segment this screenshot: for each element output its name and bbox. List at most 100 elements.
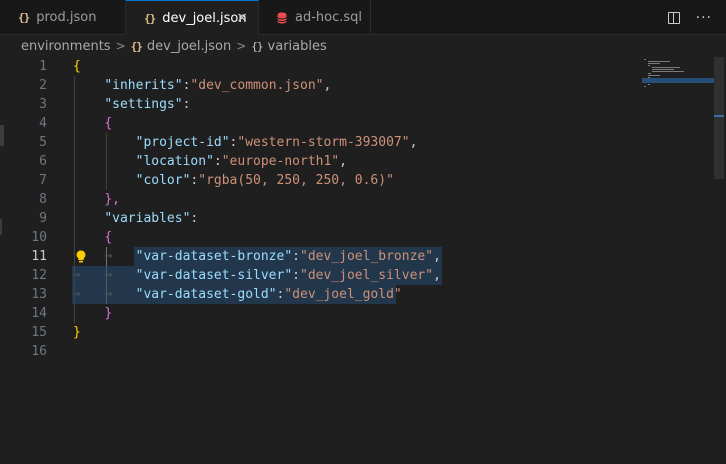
colon: : [182, 97, 191, 112]
comma: , [409, 135, 418, 150]
json-key: "location" [135, 154, 214, 169]
json-string: "europe-north1" [221, 154, 340, 169]
line-number: 5 [39, 135, 47, 150]
json-key: "var-dataset-bronze" [135, 249, 293, 264]
json-string: "dev_joel_gold" [284, 287, 402, 302]
chevron-right-icon: > [236, 39, 247, 53]
line-number: 1 [39, 59, 47, 74]
gutter-marker [0, 125, 4, 146]
code-line: 10 { [0, 228, 640, 247]
line-content: "project-id":"western-storm-393007", [73, 133, 418, 152]
json-string: "western-storm-393007" [237, 135, 410, 150]
line-content: "inherits":"dev_common.json", [73, 76, 331, 95]
code-line: 16 [0, 342, 640, 361]
selection-marker [714, 115, 724, 117]
tab-dev-joel-json[interactable]: {} dev_joel.json × [126, 0, 259, 36]
editor-actions: ··· [667, 0, 726, 35]
line-content: } [73, 323, 81, 342]
code-line: 12 → → "var-dataset-silver":"dev_joel_si… [0, 266, 640, 285]
line-number: 7 [39, 173, 47, 188]
brace: } [73, 325, 81, 340]
code-line: 13 → → "var-dataset-gold":"dev_joel_gold… [0, 285, 640, 304]
database-icon [277, 12, 287, 23]
colon: : [292, 268, 300, 283]
line-number: 9 [39, 211, 47, 226]
line-number: 11 [31, 249, 47, 264]
brace: }, [104, 192, 120, 207]
json-key: "var-dataset-gold" [135, 287, 277, 302]
code-editor[interactable]: 1 { 2 "inherits":"dev_common.json", 3 "s… [0, 57, 726, 464]
close-icon[interactable]: × [236, 10, 248, 26]
json-string: "dev_joel_bronze" [300, 249, 434, 264]
json-string: "rgba(50, 250, 250, 0.6)" [198, 173, 394, 188]
line-content: "var-dataset-bronze":"dev_joel_bronze", [73, 247, 441, 266]
json-key: "settings" [104, 97, 183, 112]
line-content: { [73, 57, 81, 76]
editor-tab-bar: {} prod.json {} dev_joel.json × ad-hoc.s… [0, 0, 726, 36]
comma: , [433, 249, 441, 264]
json-key: "project-id" [135, 135, 230, 150]
json-braces-icon: {} [144, 11, 156, 25]
brace: { [73, 59, 81, 74]
breadcrumb-symbol[interactable]: variables [268, 39, 327, 54]
tab-label: ad-hoc.sql [295, 10, 363, 25]
line-number: 4 [39, 116, 47, 131]
line-content: { [73, 228, 112, 247]
code-line: 1 { [0, 57, 640, 76]
json-braces-icon: {} [130, 39, 143, 53]
json-braces-icon: {} [18, 11, 30, 24]
tab-label: dev_joel.json [162, 10, 247, 26]
line-number: 8 [39, 192, 47, 207]
line-number: 14 [31, 306, 47, 321]
line-content: "color":"rgba(50, 250, 250, 0.6)" [73, 171, 394, 190]
line-number: 12 [31, 268, 47, 283]
code-line: 4 { [0, 114, 640, 133]
comma: , [433, 268, 441, 283]
line-content: "location":"europe-north1", [73, 152, 347, 171]
line-number: 2 [39, 78, 47, 93]
vertical-scrollbar[interactable] [714, 57, 726, 464]
code-line: 15 } [0, 323, 640, 342]
code-line: 7 "color":"rgba(50, 250, 250, 0.6)" [0, 171, 640, 190]
json-string: "dev_common.json" [190, 78, 324, 93]
scrollbar-thumb[interactable] [714, 57, 724, 179]
json-key: "variables" [104, 211, 191, 226]
line-content: }, [73, 190, 120, 209]
comma: , [323, 78, 332, 93]
json-key: "color" [135, 173, 191, 188]
code-line: 8 }, [0, 190, 640, 209]
code-line: 5 "project-id":"western-storm-393007", [0, 133, 640, 152]
code-line-current: 11 → "var-dataset-bronze":"dev_joel_bron… [0, 247, 640, 266]
line-number: 15 [31, 325, 47, 340]
line-content: } [73, 304, 112, 323]
line-content: "var-dataset-silver":"dev_joel_silver", [73, 266, 441, 285]
breadcrumb-file[interactable]: dev_joel.json [147, 39, 231, 54]
split-editor-icon[interactable] [667, 11, 680, 24]
gutter-marker [0, 219, 2, 235]
comma: , [339, 154, 347, 169]
code-line: 9 "variables": [0, 209, 640, 228]
tab-ad-hoc-sql[interactable]: ad-hoc.sql [259, 0, 371, 35]
line-number: 10 [31, 230, 47, 245]
more-actions-icon[interactable]: ··· [696, 10, 712, 26]
breadcrumb: environments > {} dev_joel.json > {} var… [0, 35, 726, 57]
json-string: "dev_joel_silver" [300, 268, 434, 283]
line-content: "variables": [73, 209, 198, 228]
object-symbol-icon: {} [251, 39, 263, 53]
breadcrumb-folder[interactable]: environments [21, 39, 111, 54]
chevron-right-icon: > [115, 39, 126, 53]
line-number: 13 [31, 287, 47, 302]
minimap[interactable] [642, 57, 714, 97]
colon: : [213, 154, 222, 169]
line-number: 6 [39, 154, 47, 169]
colon: : [190, 211, 199, 226]
code-line: 6 "location":"europe-north1", [0, 152, 640, 171]
tab-label: prod.json [36, 10, 97, 25]
brace: } [104, 306, 113, 321]
code-line: 3 "settings": [0, 95, 640, 114]
json-key: "var-dataset-silver" [135, 268, 293, 283]
tab-prod-json[interactable]: {} prod.json [0, 0, 126, 35]
line-number: 16 [31, 344, 47, 359]
colon: : [292, 249, 300, 264]
json-key: "inherits" [104, 78, 183, 93]
